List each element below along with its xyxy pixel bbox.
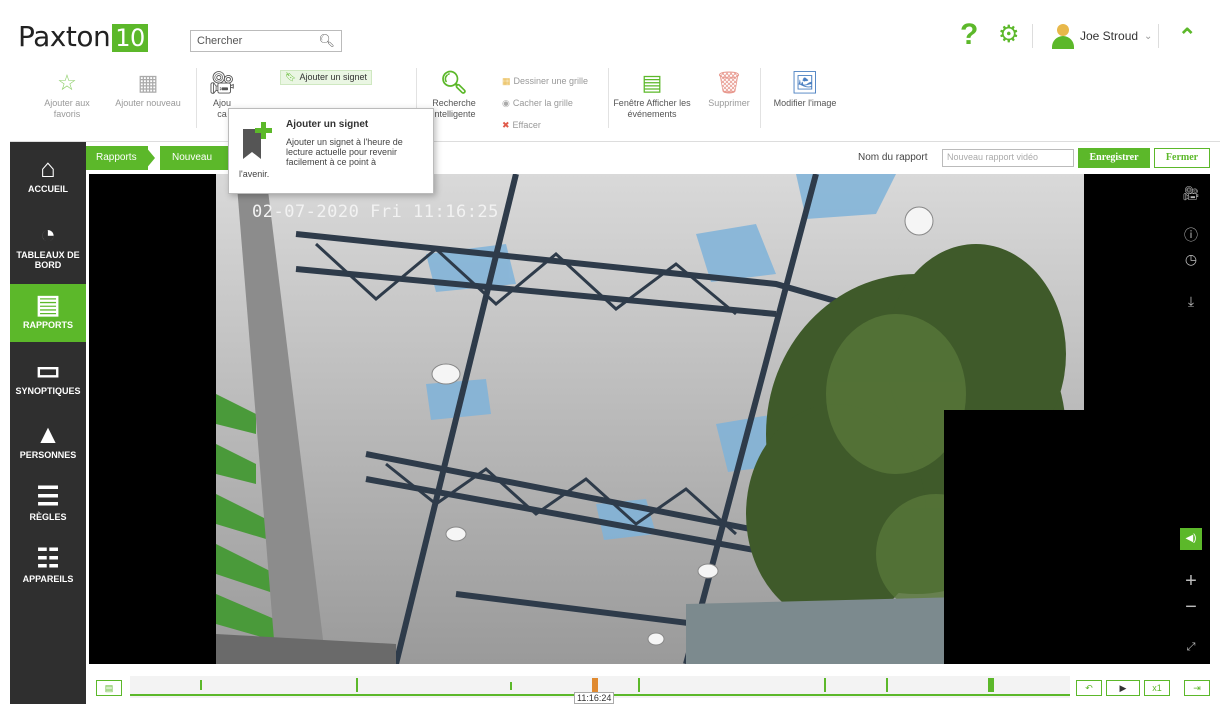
timeline-bar: ▤ 11:16:24 ↶ ▶ x1 ⇥ xyxy=(86,666,1220,704)
floorplan-icon: ▭ xyxy=(35,355,61,385)
delete-button[interactable]: 🗑︎ Supprimer xyxy=(704,68,754,109)
clock-icon[interactable]: ◷ xyxy=(1180,248,1202,270)
timeline-mode-button[interactable]: ▤ xyxy=(96,680,122,696)
timeline-marker xyxy=(988,678,994,692)
rules-icon: ☰ xyxy=(36,481,60,511)
devices-icon: ☷ xyxy=(36,543,60,573)
tooltip-title: Ajouter un signet xyxy=(286,119,369,130)
close-button[interactable]: Fermer xyxy=(1154,148,1210,168)
tooltip-description: Ajouter un signet à l'heure de lecture a… xyxy=(286,137,403,167)
fullscreen-icon[interactable]: ⤢ xyxy=(1180,636,1202,658)
sidebar-item-synoptiques[interactable]: ▭ SYNOPTIQUES xyxy=(10,354,86,410)
export-button[interactable]: ⇥ xyxy=(1184,680,1210,696)
timeline-marker xyxy=(886,678,888,692)
home-icon: ⌂ xyxy=(40,153,56,183)
sidebar-item-accueil[interactable]: ⌂ ACCUEIL xyxy=(10,152,86,204)
sidebar-item-rapports[interactable]: ▤ RAPPORTS xyxy=(10,284,86,342)
add-bookmark-button[interactable]: 🔖︎ Ajouter un signet xyxy=(280,70,372,85)
camera-icon[interactable]: 🎥︎ xyxy=(1180,182,1202,204)
rewind-button[interactable]: ↶ xyxy=(1076,680,1102,696)
divider xyxy=(760,68,761,128)
sidebar-item-tableaux-de-bord[interactable]: ◔ TABLEAUX DE BORD xyxy=(10,218,86,280)
zoom-out-icon[interactable]: − xyxy=(1180,596,1202,618)
calendar-icon: ▤ xyxy=(641,70,663,95)
chevron-down-icon: ⌄ xyxy=(1144,30,1153,42)
search-input[interactable]: Chercher 🔍︎ xyxy=(190,30,342,52)
timeline-marker xyxy=(638,678,640,692)
speed-button[interactable]: x1 xyxy=(1144,680,1170,696)
show-events-button[interactable]: ▤ Fenêtre Afficher les événements xyxy=(612,68,692,120)
gauge-icon: ◔ xyxy=(40,219,56,249)
divider xyxy=(196,68,197,128)
search-icon: 🔍︎ xyxy=(440,70,468,95)
timeline-current-time: 11:16:24 xyxy=(574,692,615,704)
zoom-in-icon[interactable]: + xyxy=(1180,570,1202,592)
collapse-ribbon-icon[interactable]: ⌃ xyxy=(1178,24,1196,50)
camera-icon: 🎥︎ xyxy=(208,70,236,95)
video-timestamp: 02-07-2020 Fri 11:16:25 xyxy=(252,202,499,222)
grid-add-icon: ▦ xyxy=(137,70,159,95)
timeline-marker xyxy=(510,682,512,690)
sidebar-item-personnes[interactable]: ▲ PERSONNES xyxy=(10,418,86,474)
download-icon[interactable]: ⤓ xyxy=(1180,290,1202,312)
sidebar-item-regles[interactable]: ☰ RÈGLES xyxy=(10,480,86,536)
audio-icon[interactable]: ◀) xyxy=(1180,528,1202,550)
eye-icon: ◉ xyxy=(502,98,510,108)
report-name-label: Nom du rapport xyxy=(858,152,928,163)
user-name: Joe Stroud xyxy=(1080,29,1139,43)
gear-icon[interactable]: ⚙ xyxy=(998,20,1020,49)
video-player[interactable]: 02-07-2020 Fri 11:16:25 🎥︎ ⓘ ◷ ⤓ ◀) + − … xyxy=(89,174,1210,664)
grid-icon: ▦ xyxy=(502,76,511,86)
help-icon[interactable]: ? xyxy=(960,18,978,52)
draw-grid-button[interactable]: ▦ Dessiner une grille xyxy=(502,76,588,87)
clear-icon: ✖ xyxy=(502,120,510,130)
tooltip-continuation: l'avenir. xyxy=(239,169,270,179)
save-button[interactable]: Enregistrer xyxy=(1078,148,1150,168)
divider xyxy=(608,68,609,128)
report-icon: ▤ xyxy=(35,289,61,319)
timeline-marker xyxy=(824,678,826,692)
hide-grid-button[interactable]: ◉ Cacher la grille xyxy=(502,98,573,109)
bookmark-add-icon xyxy=(243,122,272,159)
video-overlay-panel xyxy=(944,410,1084,664)
avatar xyxy=(1050,23,1076,49)
person-icon: ▲ xyxy=(35,419,61,449)
timeline-marker xyxy=(356,678,358,692)
report-name-field[interactable]: Nouveau rapport vidéo xyxy=(942,149,1074,167)
divider xyxy=(1032,24,1033,48)
breadcrumb-rapports[interactable]: Rapports xyxy=(86,146,148,170)
add-favorites-button[interactable]: ☆ Ajouter aux favoris xyxy=(42,68,92,120)
ribbon-toolbar: ☆ Ajouter aux favoris ▦ Ajouter nouveau … xyxy=(10,62,1220,142)
breadcrumb-current: Nouveau rap xyxy=(160,146,230,187)
edit-image-button[interactable]: 🖼︎ Modifier l'image xyxy=(766,68,844,109)
info-icon[interactable]: ⓘ xyxy=(1180,224,1202,246)
sidebar-item-appareils[interactable]: ☷ APPAREILS xyxy=(10,542,86,598)
clear-button[interactable]: ✖ Effacer xyxy=(502,120,541,131)
sidebar-nav: ⌂ ACCUEIL ◔ TABLEAUX DE BORD ▤ RAPPORTS … xyxy=(10,142,86,704)
bookmark-tooltip: Ajouter un signet Ajouter un signet à l'… xyxy=(228,108,434,194)
breadcrumb-separator xyxy=(145,146,155,170)
search-icon[interactable]: 🔍︎ xyxy=(318,33,335,49)
timeline-marker xyxy=(592,678,598,692)
add-new-button[interactable]: ▦ Ajouter nouveau xyxy=(108,68,188,109)
trash-icon: 🗑︎ xyxy=(715,70,743,95)
image-edit-icon: 🖼︎ xyxy=(791,70,819,95)
divider xyxy=(1158,24,1159,48)
timeline-marker xyxy=(200,680,202,690)
app-logo[interactable]: Paxton 10 xyxy=(18,20,148,53)
user-menu[interactable]: Joe Stroud ⌄ xyxy=(1050,22,1152,50)
play-button[interactable]: ▶ xyxy=(1106,680,1140,696)
star-icon: ☆ xyxy=(57,70,77,95)
top-bar: Paxton 10 Chercher 🔍︎ ? ⚙ Joe Stroud ⌄ ⌃ xyxy=(10,10,1220,58)
bookmark-add-icon: 🔖︎ xyxy=(285,72,297,82)
